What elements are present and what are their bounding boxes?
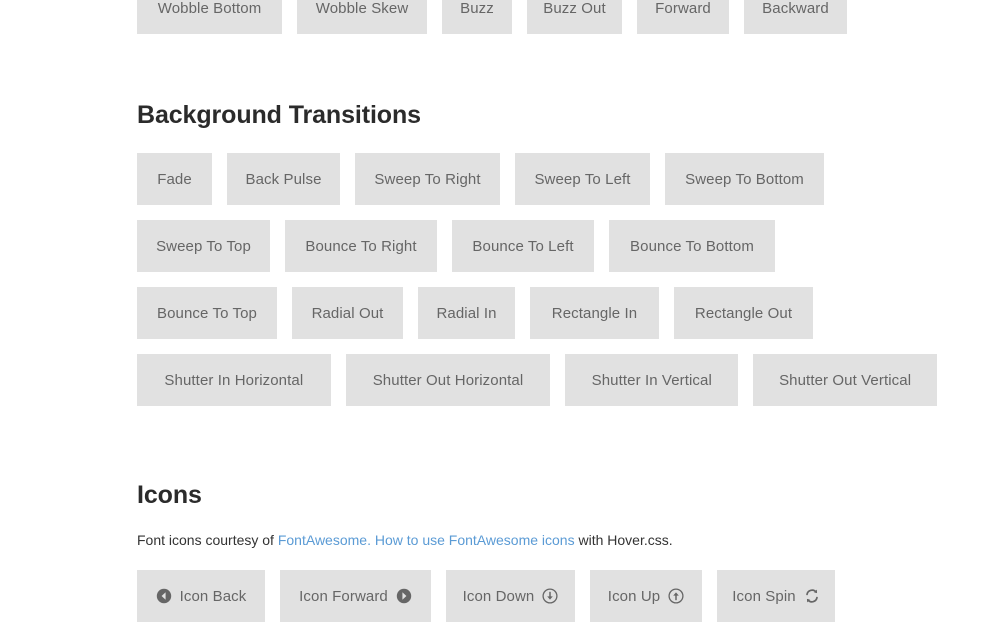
button-label: Buzz Out xyxy=(543,0,606,17)
background-transitions-heading: Background Transitions xyxy=(137,101,421,129)
background-transition-button[interactable]: Bounce To Right xyxy=(285,220,437,272)
button-label: Icon Spin xyxy=(732,587,796,605)
button-label: Bounce To Left xyxy=(472,237,574,255)
button-label: Shutter Out Vertical xyxy=(779,371,912,389)
background-transition-button[interactable]: Bounce To Bottom xyxy=(609,220,775,272)
background-transition-button[interactable]: Sweep To Left xyxy=(515,153,650,205)
background-transition-button[interactable]: Fade xyxy=(137,153,212,205)
icon-button[interactable]: Icon Up xyxy=(590,570,702,622)
background-transition-button[interactable]: Rectangle Out xyxy=(674,287,813,339)
fontawesome-note: Font icons courtesy of FontAwesome. How … xyxy=(137,530,937,551)
arrow-circle-right-icon xyxy=(396,588,412,604)
how-to-use-fontawesome-link[interactable]: How to use FontAwesome icons xyxy=(375,532,575,548)
button-label: Bounce To Top xyxy=(157,304,257,322)
effect-button[interactable]: Forward xyxy=(637,0,729,34)
note-text-after: with Hover.css. xyxy=(574,532,673,548)
button-label: Backward xyxy=(762,0,829,17)
background-transitions-row: Bounce To Top Radial Out Radial In Rectangl… xyxy=(137,287,937,339)
button-label: Sweep To Bottom xyxy=(685,170,804,188)
background-transition-button[interactable]: Sweep To Bottom xyxy=(665,153,824,205)
effect-button[interactable]: Backward xyxy=(744,0,847,34)
background-transitions-row: Sweep To Top Bounce To Right Bounce To Lef… xyxy=(137,220,937,272)
background-transition-button[interactable]: Sweep To Right xyxy=(355,153,500,205)
button-label: Back Pulse xyxy=(245,170,322,188)
background-transitions-row: Shutter In Horizontal Shutter Out Horizon… xyxy=(137,354,937,406)
button-label: Icon Down xyxy=(462,587,535,605)
icon-buttons-row: Icon Back Icon Forward Icon Down Icon Up Ico… xyxy=(137,570,937,622)
background-transition-button[interactable]: Shutter In Horizontal xyxy=(137,354,331,406)
background-transition-button[interactable]: Rectangle In xyxy=(530,287,659,339)
button-label: Icon Up xyxy=(607,587,661,605)
button-label: Rectangle Out xyxy=(694,304,793,322)
button-label: Wobble Skew xyxy=(315,0,409,17)
background-transition-button[interactable]: Bounce To Left xyxy=(452,220,594,272)
refresh-icon xyxy=(804,588,820,604)
content-column: Wobble Bottom Wobble Skew Buzz Buzz Out Forw… xyxy=(137,0,937,637)
button-label: Icon Back xyxy=(179,587,247,605)
button-label: Bounce To Bottom xyxy=(630,237,754,255)
effect-button[interactable]: Buzz xyxy=(442,0,512,34)
effects-row-wobble-buzz: Wobble Bottom Wobble Skew Buzz Buzz Out Forw… xyxy=(137,0,937,34)
button-label: Shutter In Horizontal xyxy=(164,371,304,389)
icons-heading: Icons xyxy=(137,481,202,509)
effect-button[interactable]: Buzz Out xyxy=(527,0,622,34)
icon-button[interactable]: Icon Back xyxy=(137,570,265,622)
background-transition-button[interactable]: Bounce To Top xyxy=(137,287,277,339)
page-root: Wobble Bottom Wobble Skew Buzz Buzz Out Forw… xyxy=(0,0,1002,622)
button-label: Fade xyxy=(157,170,192,188)
background-transition-button[interactable]: Shutter Out Vertical xyxy=(753,354,937,406)
icon-button[interactable]: Icon Forward xyxy=(280,570,431,622)
button-label: Wobble Bottom xyxy=(157,0,262,17)
button-label: Sweep To Right xyxy=(374,170,481,188)
icon-button[interactable]: Icon Down xyxy=(446,570,575,622)
button-label: Shutter In Vertical xyxy=(591,371,712,389)
background-transition-button[interactable]: Shutter In Vertical xyxy=(565,354,739,406)
arrow-circle-left-icon xyxy=(156,588,172,604)
button-label: Sweep To Top xyxy=(156,237,251,255)
button-label: Buzz xyxy=(460,0,494,17)
effect-button[interactable]: Wobble Bottom xyxy=(137,0,282,34)
background-transitions-rows: Fade Back Pulse Sweep To Right Sweep To Lef… xyxy=(137,153,937,406)
background-transition-button[interactable]: Radial In xyxy=(418,287,515,339)
background-transition-button[interactable]: Back Pulse xyxy=(227,153,340,205)
button-label: Icon Forward xyxy=(299,587,388,605)
background-transition-button[interactable]: Radial Out xyxy=(292,287,403,339)
background-transition-button[interactable]: Shutter Out Horizontal xyxy=(345,354,551,406)
note-text-before: Font icons courtesy of xyxy=(137,532,278,548)
button-label: Shutter Out Horizontal xyxy=(372,371,524,389)
background-transition-button[interactable]: Sweep To Top xyxy=(137,220,270,272)
background-transitions-row: Fade Back Pulse Sweep To Right Sweep To Lef… xyxy=(137,153,937,205)
button-label: Sweep To Left xyxy=(534,170,631,188)
button-label: Radial In xyxy=(436,304,497,322)
arrow-circle-o-down-icon xyxy=(542,588,558,604)
button-label: Bounce To Right xyxy=(305,237,417,255)
button-label: Forward xyxy=(655,0,711,17)
button-label: Radial Out xyxy=(311,304,384,322)
fontawesome-link[interactable]: FontAwesome. xyxy=(278,532,371,548)
effect-button[interactable]: Wobble Skew xyxy=(297,0,427,34)
icon-button[interactable]: Icon Spin xyxy=(717,570,835,622)
button-label: Rectangle In xyxy=(551,304,638,322)
arrow-circle-o-up-icon xyxy=(668,588,684,604)
